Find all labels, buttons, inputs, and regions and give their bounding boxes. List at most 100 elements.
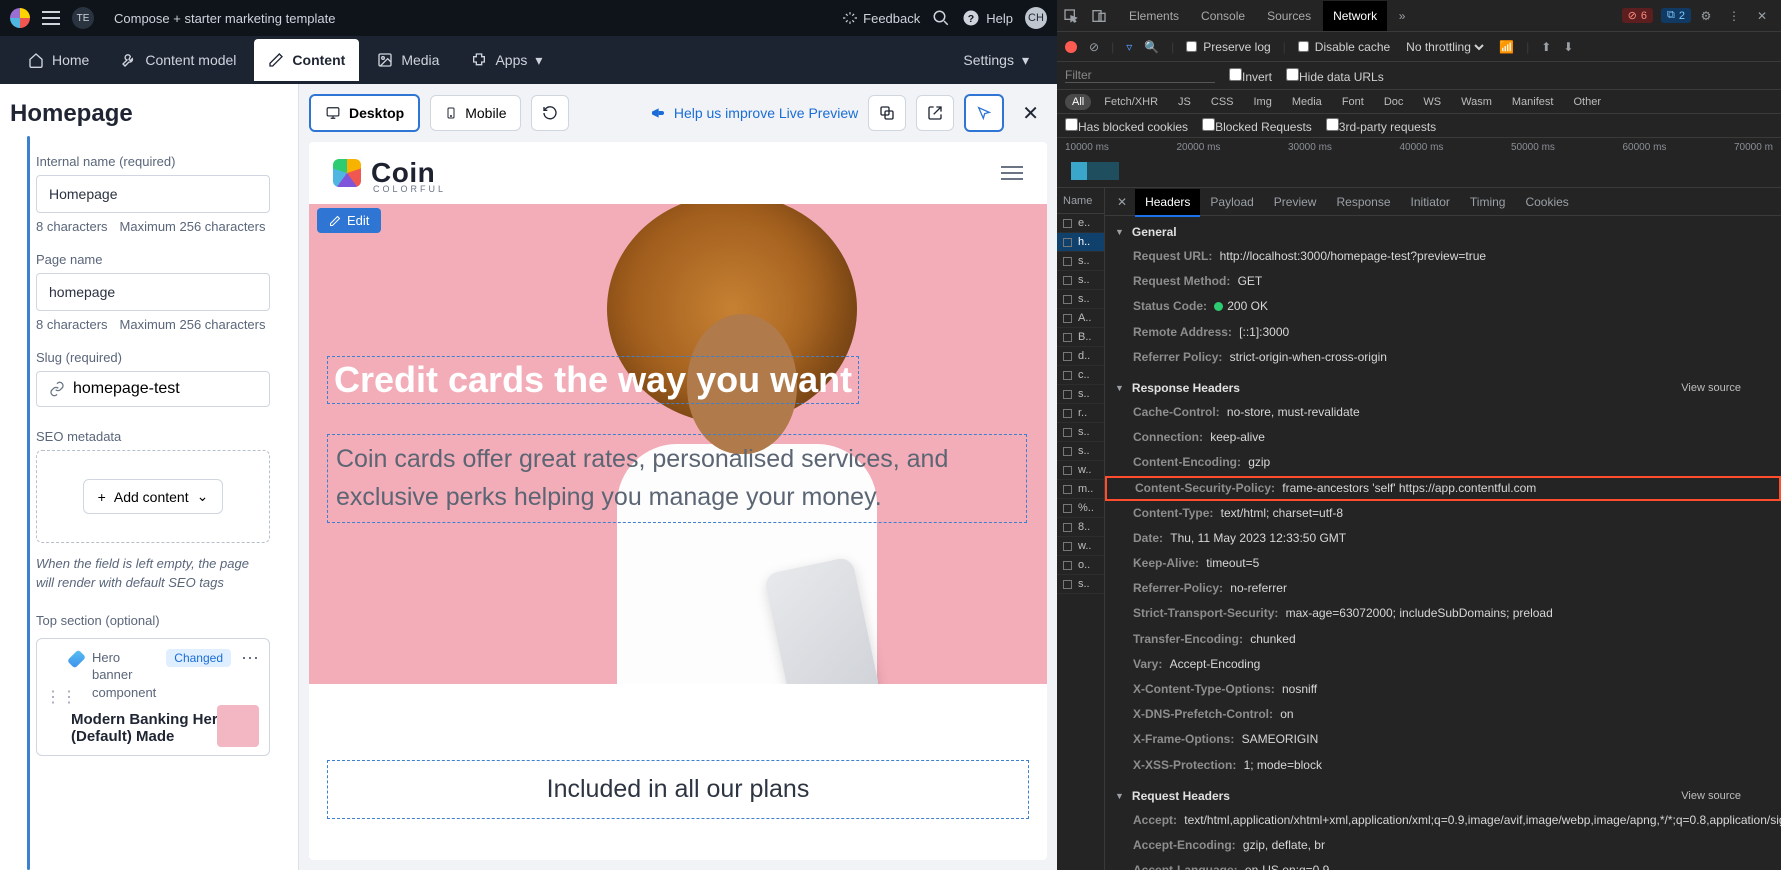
request-row[interactable]: s.. [1057,442,1104,461]
subtab-response[interactable]: Response [1326,189,1400,215]
request-row[interactable]: w.. [1057,461,1104,480]
nav-home[interactable]: Home [14,39,103,81]
filter-funnel-icon[interactable]: ▿ [1126,40,1132,54]
invert-checkbox[interactable]: Invert [1229,68,1272,84]
upload-icon[interactable]: ⬆ [1541,40,1551,54]
request-row[interactable]: s.. [1057,575,1104,594]
filter-chip-js[interactable]: JS [1171,94,1198,110]
hero-paragraph[interactable]: Coin cards offer great rates, personalis… [327,434,1027,523]
hide-data-urls-checkbox[interactable]: Hide data URLs [1286,68,1384,84]
request-row[interactable]: c.. [1057,366,1104,385]
tab-network[interactable]: Network [1323,1,1387,31]
search-icon[interactable]: 🔍 [1144,40,1159,54]
menu-icon[interactable] [42,11,60,25]
subtab-headers[interactable]: Headers [1135,189,1200,217]
request-row[interactable]: B.. [1057,328,1104,347]
filter-chip-all[interactable]: All [1065,94,1091,110]
request-row[interactable]: %.. [1057,499,1104,518]
edit-overlay-button[interactable]: Edit [317,208,381,233]
nav-settings[interactable]: Settings ▾ [949,39,1043,82]
request-row[interactable]: m.. [1057,480,1104,499]
plans-heading[interactable]: Included in all our plans [327,760,1029,819]
request-row[interactable]: 8.. [1057,518,1104,537]
record-icon[interactable] [1065,41,1077,53]
tab-sources[interactable]: Sources [1257,1,1321,31]
request-row[interactable]: s.. [1057,385,1104,404]
filter-chip-font[interactable]: Font [1335,94,1371,110]
request-row[interactable]: A.. [1057,309,1104,328]
nav-content[interactable]: Content [254,39,359,81]
preserve-log-checkbox[interactable]: Preserve log [1186,40,1270,54]
search-icon[interactable] [932,9,950,27]
blocked-cookies-checkbox[interactable]: Has blocked cookies [1065,118,1188,134]
feedback-button[interactable]: Feedback [843,11,920,26]
more-tabs-icon[interactable]: » [1389,9,1415,23]
subtab-preview[interactable]: Preview [1264,189,1327,215]
request-row[interactable]: d.. [1057,347,1104,366]
view-source-link[interactable]: View source [1681,382,1741,394]
fields-panel[interactable]: Internal name (required) 8 charactersMax… [0,136,298,870]
contentful-logo[interactable] [10,8,30,28]
throttling-select[interactable]: No throttling [1402,39,1487,55]
open-external-button[interactable] [916,95,954,131]
space-avatar[interactable]: TE [72,7,94,29]
filter-chip-fetch/xhr[interactable]: Fetch/XHR [1097,94,1165,110]
third-party-checkbox[interactable]: 3rd-party requests [1326,118,1436,134]
close-icon[interactable]: ✕ [1014,101,1047,126]
nav-media[interactable]: Media [363,39,453,81]
slug-input[interactable]: homepage-test [36,371,270,407]
subtab-cookies[interactable]: Cookies [1515,189,1578,215]
mobile-toggle[interactable]: Mobile [430,95,521,131]
download-icon[interactable]: ⬇ [1563,40,1573,54]
view-source-link[interactable]: View source [1681,790,1741,802]
close-detail-icon[interactable]: ✕ [1111,195,1133,209]
improve-link[interactable]: Help us improve Live Preview [650,105,858,121]
request-row[interactable]: e.. [1057,214,1104,233]
filter-chip-wasm[interactable]: Wasm [1454,94,1499,110]
more-icon[interactable]: ⋯ [241,649,259,667]
request-row[interactable]: s.. [1057,252,1104,271]
internal-name-input[interactable] [36,175,270,213]
filter-chip-css[interactable]: CSS [1204,94,1241,110]
refresh-button[interactable] [531,95,569,131]
hero-heading[interactable]: Credit cards the way you want [327,356,859,404]
breadcrumb[interactable]: Compose + starter marketing template [106,8,343,29]
subtab-timing[interactable]: Timing [1460,189,1516,215]
subtab-payload[interactable]: Payload [1200,189,1263,215]
wifi-icon[interactable]: 📶 [1499,40,1514,54]
nav-apps[interactable]: Apps ▾ [457,39,556,82]
subtab-initiator[interactable]: Initiator [1401,189,1460,215]
filter-chip-img[interactable]: Img [1247,94,1279,110]
hero-reference-card[interactable]: ⋮⋮ Hero banner component Changed ⋯ Moder… [36,638,270,757]
filter-chip-ws[interactable]: WS [1416,94,1448,110]
request-row[interactable]: s.. [1057,271,1104,290]
user-avatar[interactable]: CH [1025,7,1047,29]
request-row[interactable]: w.. [1057,537,1104,556]
nav-content-model[interactable]: Content model [107,39,250,81]
request-row[interactable]: s.. [1057,290,1104,309]
gear-icon[interactable]: ⚙ [1693,9,1719,23]
drag-handle-icon[interactable]: ⋮⋮ [45,687,77,707]
filter-chip-doc[interactable]: Doc [1377,94,1411,110]
filter-input[interactable]: Filter [1065,68,1215,83]
filter-chip-media[interactable]: Media [1285,94,1329,110]
filter-chip-other[interactable]: Other [1566,94,1608,110]
inspect-element-icon[interactable] [1063,8,1089,24]
request-row[interactable]: r.. [1057,404,1104,423]
close-icon[interactable]: ✕ [1749,9,1775,23]
add-content-button[interactable]: + Add content ⌄ [83,479,224,514]
request-row[interactable]: s.. [1057,423,1104,442]
inspect-button[interactable] [964,94,1004,132]
device-toggle-icon[interactable] [1091,8,1117,24]
blocked-requests-checkbox[interactable]: Blocked Requests [1202,118,1312,134]
help-button[interactable]: ? Help [962,9,1013,27]
request-row[interactable]: h.. [1057,233,1104,252]
kebab-icon[interactable]: ⋮ [1721,9,1747,23]
desktop-toggle[interactable]: Desktop [309,94,420,132]
copy-button[interactable] [868,95,906,131]
request-row[interactable]: o.. [1057,556,1104,575]
request-list[interactable]: Name e..h..s..s..s..A..B..d..c..s..r..s.… [1057,188,1105,870]
request-detail[interactable]: ✕ HeadersPayloadPreviewResponseInitiator… [1105,188,1781,870]
tab-elements[interactable]: Elements [1119,1,1189,31]
waterfall-overview[interactable]: 10000 ms20000 ms30000 ms40000 ms50000 ms… [1057,138,1781,188]
